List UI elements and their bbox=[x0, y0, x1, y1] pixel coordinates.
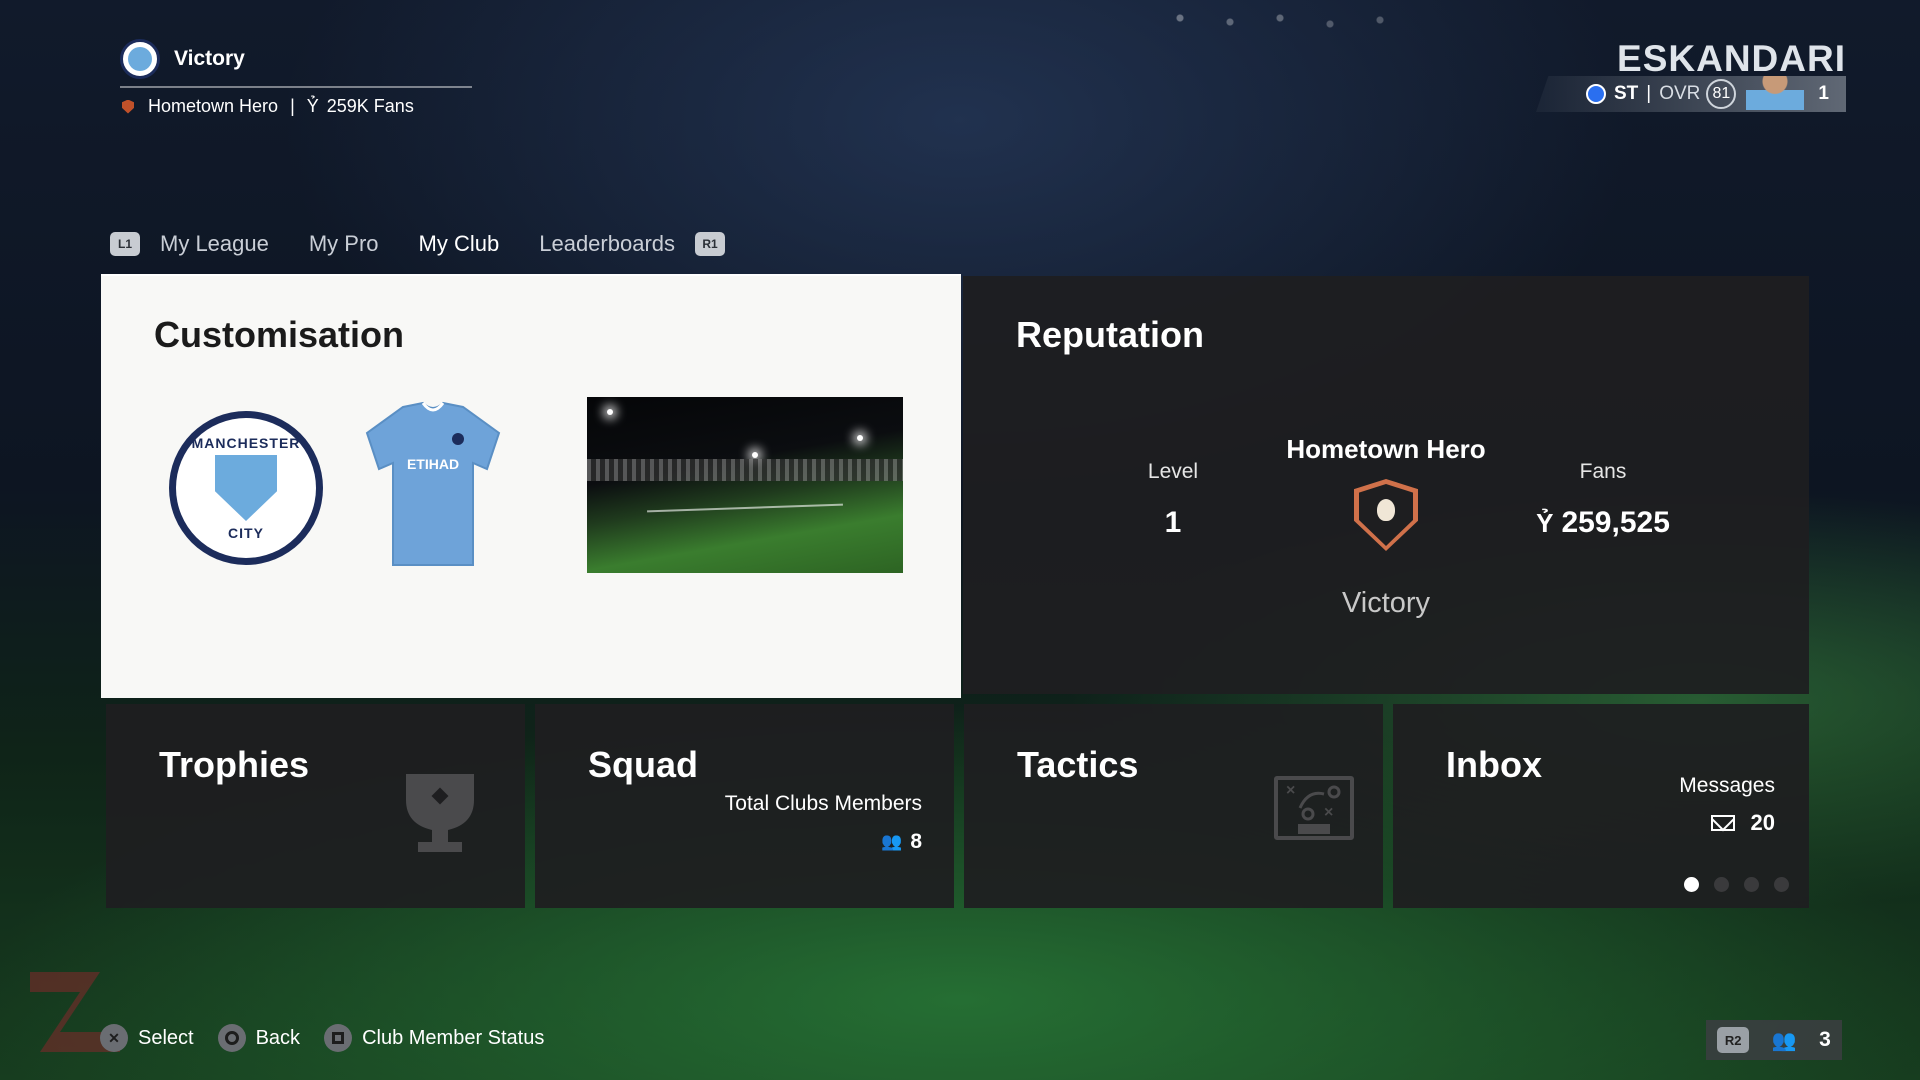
tab-my-league[interactable]: My League bbox=[160, 231, 269, 257]
tab-leaderboards[interactable]: Leaderboards bbox=[539, 231, 675, 257]
trophies-title: Trophies bbox=[159, 744, 310, 785]
fans-icon: Ỷ bbox=[306, 96, 319, 116]
button-hints: ✕ Select Back Club Member Status bbox=[100, 1020, 568, 1056]
messages-label: Messages bbox=[1679, 774, 1775, 797]
player-position: ST bbox=[1614, 83, 1639, 104]
squad-title: Squad bbox=[588, 744, 699, 785]
hint-select[interactable]: ✕ Select bbox=[100, 1024, 194, 1052]
tier-name: Victory bbox=[1341, 587, 1431, 619]
club-name: Victory bbox=[174, 47, 245, 70]
hint-club-member-status-label: Club Member Status bbox=[362, 1026, 545, 1049]
customisation-card[interactable]: Customisation MANCHESTER CITY ETIHAD bbox=[101, 274, 961, 698]
player-name: ESKANDARI bbox=[1617, 38, 1846, 79]
inbox-card[interactable]: Inbox Messages 20 bbox=[1393, 704, 1809, 908]
page-dot[interactable] bbox=[1714, 877, 1729, 892]
hint-select-label: Select bbox=[138, 1026, 194, 1049]
stadium-preview-image bbox=[587, 397, 903, 573]
header-divider bbox=[120, 86, 472, 88]
people-icon: 👥 bbox=[881, 832, 903, 851]
header-separator: | bbox=[290, 96, 295, 116]
hint-club-member-status[interactable]: Club Member Status bbox=[324, 1024, 544, 1052]
fans-value: 259,525 bbox=[1561, 506, 1670, 539]
customisation-title: Customisation bbox=[154, 314, 405, 355]
members-count: 8 bbox=[910, 830, 922, 853]
squad-card[interactable]: Squad Total Clubs Members 👥 8 bbox=[535, 704, 954, 908]
cross-button-icon: ✕ bbox=[100, 1024, 128, 1052]
hint-back[interactable]: Back bbox=[217, 1024, 301, 1052]
tactics-title: Tactics bbox=[1017, 744, 1139, 785]
mail-icon bbox=[1710, 815, 1735, 831]
kit-sponsor: ETIHAD bbox=[407, 456, 459, 472]
tactics-board-icon: × × bbox=[1274, 776, 1354, 840]
player-separator: | bbox=[1646, 83, 1652, 104]
trophies-card[interactable]: Trophies bbox=[106, 704, 525, 908]
crest-text-bottom: CITY bbox=[228, 525, 264, 541]
fans-label: Fans bbox=[1579, 460, 1627, 483]
club-crest-large-icon: MANCHESTER CITY bbox=[169, 411, 323, 565]
player-card: ESKANDARI ST | OVR 81 1 bbox=[1516, 38, 1846, 118]
ovr-value: 81 bbox=[1706, 79, 1737, 109]
page-dot[interactable] bbox=[1744, 877, 1759, 892]
ovr-label: OVR bbox=[1659, 83, 1701, 104]
position-dot-icon bbox=[1586, 84, 1606, 104]
header-fans: 259K Fans bbox=[326, 96, 414, 116]
fans-icon: Ỷ bbox=[1536, 507, 1554, 538]
page-indicator bbox=[1669, 877, 1789, 892]
party-people-icon: 👥 bbox=[1771, 1029, 1797, 1052]
party-count: 3 bbox=[1819, 1028, 1831, 1051]
page-dot[interactable] bbox=[1774, 877, 1789, 892]
square-button-icon bbox=[324, 1024, 353, 1052]
level-value: 1 bbox=[1164, 506, 1182, 539]
player-info-bar: ST | OVR 81 1 bbox=[1536, 76, 1846, 112]
tier-title: Hometown Hero bbox=[1286, 434, 1486, 464]
level-block: Level 1 bbox=[1103, 460, 1243, 540]
inbox-title: Inbox bbox=[1446, 744, 1542, 785]
trophy-icon bbox=[406, 774, 474, 852]
level-label: Level bbox=[1147, 460, 1199, 483]
reputation-title: Reputation bbox=[1016, 314, 1204, 355]
r1-button-icon[interactable]: R1 bbox=[695, 232, 726, 256]
messages-count: 20 bbox=[1750, 810, 1775, 835]
reputation-card[interactable]: Reputation Level 1 Hometown Hero Victory… bbox=[963, 276, 1809, 694]
player-count: 1 bbox=[1818, 83, 1829, 104]
crest-text-top: MANCHESTER bbox=[191, 435, 301, 451]
circle-button-icon bbox=[217, 1024, 246, 1052]
l1-button-icon[interactable]: L1 bbox=[110, 232, 140, 256]
crest-shield-icon bbox=[215, 455, 277, 521]
page-dot[interactable] bbox=[1684, 877, 1699, 892]
r2-button-icon: R2 bbox=[1717, 1027, 1750, 1053]
tier-block: Hometown Hero Victory bbox=[1236, 434, 1536, 620]
header-reputation-tier: Hometown Hero bbox=[148, 96, 279, 116]
club-crest-icon bbox=[120, 39, 160, 79]
tab-my-club[interactable]: My Club bbox=[419, 231, 500, 257]
party-indicator[interactable]: R2 👥 3 bbox=[1706, 1020, 1842, 1060]
tab-my-pro[interactable]: My Pro bbox=[309, 231, 379, 257]
hint-back-label: Back bbox=[255, 1026, 301, 1049]
reputation-badge-icon bbox=[1354, 479, 1418, 551]
members-label: Total Clubs Members bbox=[724, 792, 922, 815]
home-kit-icon: ETIHAD bbox=[365, 401, 501, 566]
club-header: Victory Hometown Hero | Ỷ 259K Fans bbox=[120, 38, 472, 117]
reputation-shield-icon bbox=[122, 99, 134, 114]
fans-block: Fans Ỷ 259,525 bbox=[1503, 460, 1703, 540]
tab-bar: L1 My League My Pro My Club Leaderboards… bbox=[110, 224, 726, 264]
tactics-card[interactable]: Tactics × × bbox=[964, 704, 1383, 908]
